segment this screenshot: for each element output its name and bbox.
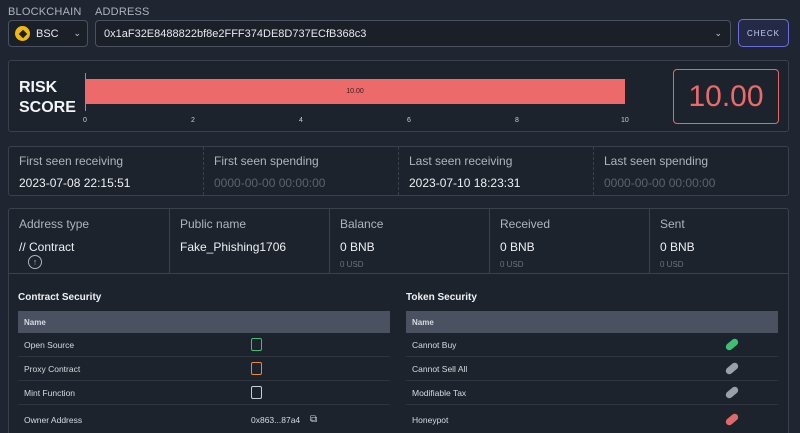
risk-axis-tick: 10 [621,117,629,124]
risk-bar-label: 10.00 [346,88,364,95]
risk-bar-track: 10.00 [85,79,625,104]
last-seen-receiving: Last seen receiving 2023-07-10 18:23:31 [399,147,594,195]
chain-value: BSC [36,27,59,40]
risk-title-line1: RISK [19,79,58,96]
sent-value: 0 BNB [660,240,695,254]
seen-value: 0000-00-00 00:00:00 [214,176,326,190]
address-info-panel: Address type // Contract ↑ Public name F… [8,208,789,433]
received-value: 0 BNB [500,240,535,254]
balance-cell: Balance 0 BNB 0 USD [330,209,490,273]
sent-cell: Sent 0 BNB 0 USD [650,209,788,273]
risk-score-title: RISK SCORE [19,78,76,118]
chevron-down-icon: ⌄ [714,28,722,38]
seen-label: First seen receiving [19,154,124,168]
blockchain-label: BLOCKCHAIN [8,6,82,18]
risk-score-panel: RISK SCORE 10.00 0 2 4 6 8 10 10.00 [8,60,789,132]
token-security-title: Token Security [406,292,477,303]
public-name-label: Public name [180,217,247,231]
row-name: Proxy Contract [24,363,81,374]
arrow-up-circle-icon[interactable]: ↑ [28,255,42,269]
address-type-cell: Address type // Contract ↑ [9,209,170,273]
seen-label: Last seen receiving [409,154,513,168]
table-row: Owner Address 0x863...87a4 ⧉ [18,405,390,433]
owner-address-value: 0x863...87a4 [251,414,301,425]
seen-value: 2023-07-08 22:15:51 [19,176,131,190]
risk-axis-tick: 2 [191,117,195,124]
address-select[interactable]: 0x1aF32E8488822bf8e2FFF374DE8D737ECfB368… [95,20,731,47]
received-label: Received [500,217,551,231]
public-name-cell: Public name Fake_Phishing1706 [170,209,330,273]
balance-value: 0 BNB [340,240,375,254]
token-security-section: Token Security Name Cannot Buy Cannot Se… [406,292,778,433]
table-row: Mint Function [18,381,390,405]
doc-neutral-icon [251,386,262,399]
risk-axis-tick: 4 [299,117,303,124]
received-usd: 0 USD [500,260,524,269]
table-row: Cannot Sell All [406,357,778,381]
seen-label: Last seen spending [604,154,709,168]
public-name-value: Fake_Phishing1706 [180,240,287,254]
address-type-value: // Contract [19,240,75,254]
row-name: Mint Function [24,387,76,398]
risk-bar-fill: 10.00 [85,79,625,104]
address-type-label: Address type [19,217,90,231]
seen-value: 0000-00-00 00:00:00 [604,176,716,190]
risk-axis-tick: 6 [407,117,411,124]
contract-security-title: Contract Security [18,292,102,303]
risk-score-value: 10.00 [673,69,779,124]
seen-value: 2023-07-10 18:23:31 [409,176,521,190]
check-button[interactable]: CHECK [738,19,789,47]
token-security-header: Name [406,311,778,333]
blockchain-select[interactable]: BSC ⌄ [8,20,88,47]
contract-security-section: Contract Security Name Open Source Proxy… [18,292,390,433]
row-name: Cannot Sell All [412,363,468,374]
risk-title-line2: SCORE [19,99,76,116]
balance-usd: 0 USD [340,260,364,269]
table-row: Open Source [18,333,390,357]
pill-danger-icon [724,412,740,427]
chevron-down-icon: ⌄ [73,28,81,38]
pill-neutral-icon [724,361,740,376]
row-name: Owner Address [24,414,83,425]
row-name: Open Source [24,339,75,350]
bnb-coin-icon [15,26,30,41]
pill-ok-icon [724,337,740,352]
risk-axis-tick: 8 [515,117,519,124]
row-name: Modifiable Tax [412,387,467,398]
address-summary-row: Address type // Contract ↑ Public name F… [9,209,788,274]
sent-usd: 0 USD [660,260,684,269]
balance-label: Balance [340,217,384,231]
table-row: Proxy Contract [18,357,390,381]
sent-label: Sent [660,217,685,231]
doc-warn-icon [251,362,262,375]
copy-icon[interactable]: ⧉ [310,414,317,425]
contract-security-header: Name [18,311,390,333]
row-name: Honeypot [412,414,449,425]
doc-ok-icon [251,338,262,351]
table-row: Cannot Buy [406,333,778,357]
first-seen-receiving: First seen receiving 2023-07-08 22:15:51 [9,147,204,195]
seen-label: First seen spending [214,154,319,168]
last-seen-spending: Last seen spending 0000-00-00 00:00:00 [594,147,788,195]
risk-axis-tick: 0 [83,117,87,124]
address-label: ADDRESS [95,6,150,18]
first-seen-spending: First seen spending 0000-00-00 00:00:00 [204,147,399,195]
received-cell: Received 0 BNB 0 USD [490,209,650,273]
activity-timeline-panel: First seen receiving 2023-07-08 22:15:51… [8,146,789,196]
table-row: Honeypot [406,405,778,433]
table-row: Modifiable Tax [406,381,778,405]
address-value: 0x1aF32E8488822bf8e2FFF374DE8D737ECfB368… [104,27,367,40]
pill-neutral-icon [724,385,740,400]
row-name: Cannot Buy [412,339,457,350]
